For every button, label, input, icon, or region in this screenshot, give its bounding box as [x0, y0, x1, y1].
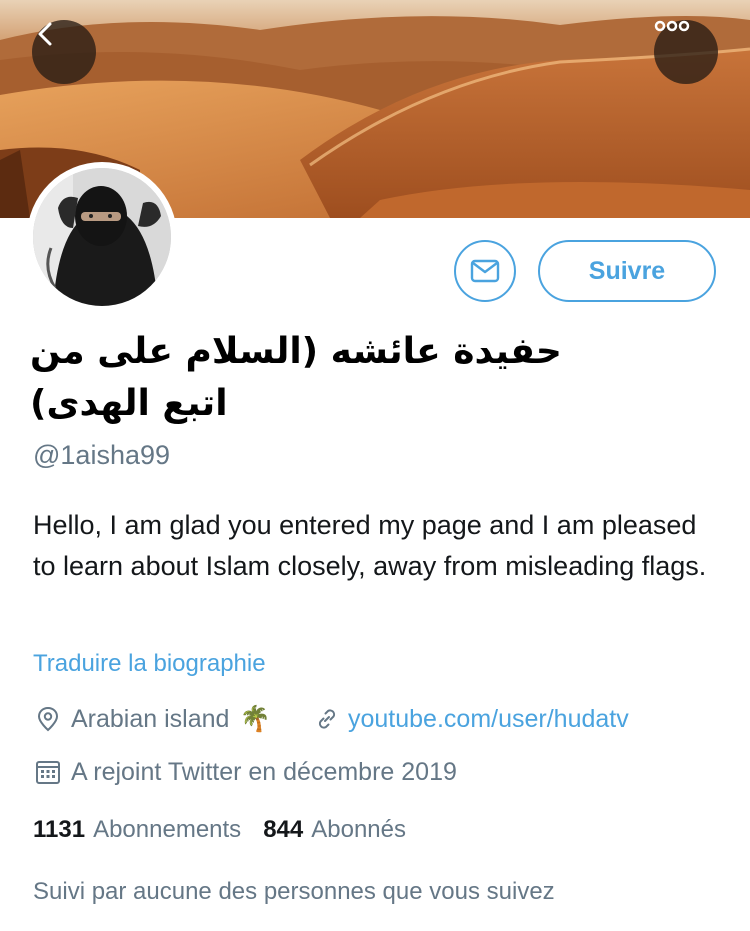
followers-label: Abonnés [311, 816, 406, 843]
bio-text: Hello, I am glad you entered my page and… [33, 510, 707, 581]
username-handle: @1aisha99 [33, 440, 171, 470]
followers-stat[interactable]: 844 Abonnés [263, 816, 406, 844]
display-name: حفيدة عائشه (السلام على من اتبع الهدى) [30, 331, 562, 424]
following-label: Abonnements [93, 816, 242, 843]
following-stat[interactable]: 1131 Abonnements [33, 816, 241, 844]
website-link[interactable]: youtube.com/user/hudatv [312, 704, 629, 734]
link-icon [312, 704, 342, 734]
avatar[interactable] [27, 162, 177, 312]
following-count: 1131 [33, 816, 86, 843]
join-date-row: A rejoint Twitter en décembre 2019 [33, 757, 457, 787]
join-date-text: A rejoint Twitter en décembre 2019 [71, 757, 457, 786]
more-options-button[interactable] [654, 20, 718, 84]
followed-by-text: Suivi par aucune des personnes que vous … [33, 878, 555, 905]
back-button[interactable] [32, 20, 96, 84]
followers-count: 844 [263, 816, 304, 843]
follow-button[interactable]: Suivre [538, 240, 716, 302]
location-pin-icon [33, 704, 63, 734]
palm-tree-emoji: 🌴 [239, 704, 271, 733]
avatar-image [33, 168, 171, 306]
calendar-icon [33, 757, 63, 787]
more-horizontal-icon [654, 20, 690, 32]
website-url[interactable]: youtube.com/user/hudatv [348, 705, 629, 734]
message-button[interactable] [454, 240, 516, 302]
follow-stats: 1131 Abonnements 844 Abonnés [33, 816, 428, 844]
chevron-left-icon [38, 22, 52, 46]
translate-bio-link[interactable]: Traduire la biographie [33, 650, 266, 678]
location-row: Arabian island 🌴 [33, 704, 271, 734]
location-text: Arabian island [71, 704, 230, 733]
mail-icon [470, 259, 500, 283]
